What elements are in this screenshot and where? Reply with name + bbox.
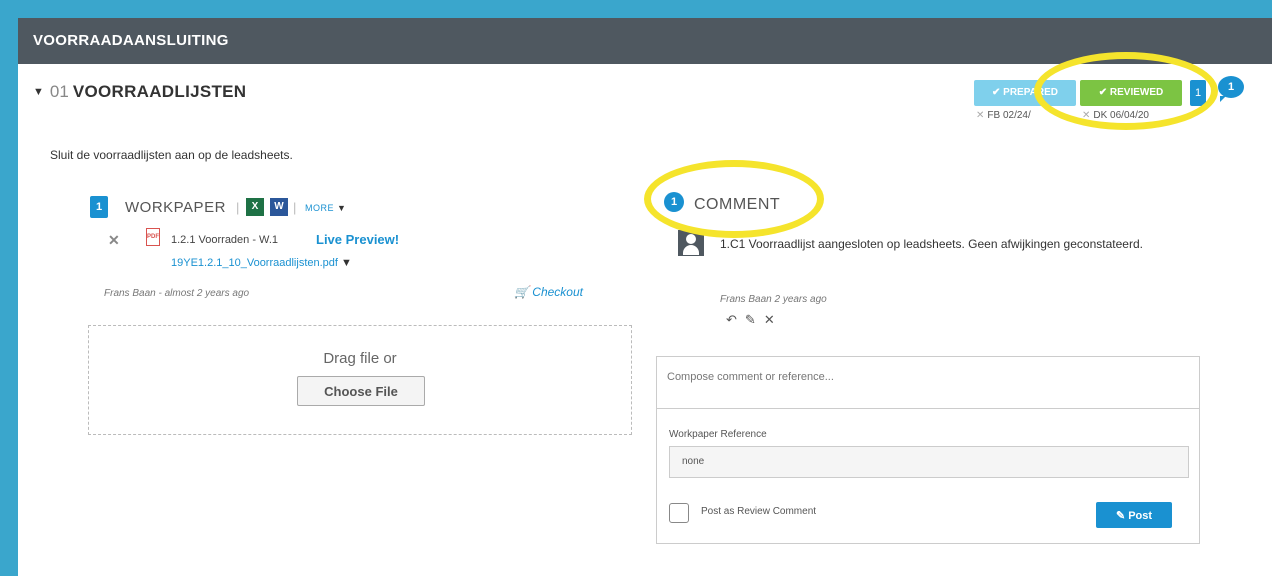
- checkout-link[interactable]: 🛒 Checkout: [514, 285, 583, 299]
- workpaper-reference-select[interactable]: none: [669, 446, 1189, 478]
- reviewed-badge[interactable]: ✔ REVIEWED: [1080, 80, 1182, 106]
- file-link-text: 19YE1.2.1_10_Voorraadlijsten.pdf: [171, 257, 338, 269]
- caret-down-icon: ▼: [33, 86, 44, 98]
- comment-actions: ↶ ✎ ✕: [726, 312, 783, 328]
- file-link[interactable]: 19YE1.2.1_10_Voorraadlijsten.pdf ▼: [171, 257, 352, 269]
- cart-icon: 🛒: [514, 285, 529, 299]
- choose-file-button[interactable]: Choose File: [297, 376, 425, 406]
- comment-count-badge: 1: [664, 192, 684, 212]
- edit-icon[interactable]: ✎: [745, 312, 756, 327]
- edit-icon: ✎: [1115, 509, 1126, 522]
- prepared-signoff-text: FB 02/24/: [987, 110, 1031, 121]
- more-label: MORE: [305, 203, 334, 213]
- live-preview-link[interactable]: Live Preview!: [316, 232, 399, 247]
- panel-title: VOORRAADAANSLUITING: [18, 18, 1272, 64]
- voorraadaansluiting-panel: VOORRAADAANSLUITING ▼ 01 VOORRAADLIJSTEN ✔…: [18, 18, 1272, 576]
- file-dropzone[interactable]: Drag file or Choose File: [88, 325, 632, 435]
- prepared-signoff: ✕ FB 02/24/: [976, 110, 1031, 121]
- comment-bubble-icon[interactable]: 1: [1218, 76, 1244, 102]
- remove-reviewed-icon[interactable]: ✕: [1082, 110, 1090, 121]
- reviewed-signoff-text: DK 06/04/20: [1093, 110, 1149, 121]
- separator: |: [293, 200, 297, 215]
- separator: |: [236, 200, 240, 215]
- delete-icon[interactable]: ✕: [764, 312, 775, 327]
- workpaper-label: WORKPAPER: [125, 199, 226, 216]
- section-name: VOORRAADLIJSTEN: [72, 82, 247, 101]
- prepared-badge[interactable]: ✔ PREPARED: [974, 80, 1076, 106]
- file-name: 1.2.1 Voorraden - W.1: [171, 234, 279, 246]
- delete-file-icon[interactable]: ✕: [108, 232, 120, 249]
- checkout-label: Checkout: [532, 285, 583, 299]
- section-description: Sluit de voorraadlijsten aan op de leads…: [50, 148, 293, 162]
- post-button[interactable]: ✎ Post: [1096, 502, 1172, 528]
- section-number: 01: [49, 82, 69, 101]
- file-meta: Frans Baan - almost 2 years ago: [104, 288, 250, 299]
- comment-text: 1.C1 Voorraadlijst aangesloten op leadsh…: [720, 237, 1143, 251]
- post-label: Post: [1128, 509, 1153, 522]
- word-icon[interactable]: W: [270, 198, 288, 216]
- remove-prepared-icon[interactable]: ✕: [976, 110, 984, 121]
- reply-icon[interactable]: ↶: [726, 312, 737, 327]
- section-toggle[interactable]: ▼ 01 VOORRAADLIJSTEN: [33, 82, 246, 102]
- comment-title: COMMENT: [694, 196, 781, 213]
- review-comment-checkbox[interactable]: [669, 503, 689, 523]
- drop-text: Drag file or: [323, 350, 397, 367]
- caret-down-icon: ▼: [340, 257, 352, 269]
- caret-down-icon: ▼: [337, 203, 347, 213]
- more-dropdown[interactable]: MORE ▼: [305, 203, 346, 213]
- excel-icon[interactable]: X: [246, 198, 264, 216]
- avatar: [678, 230, 704, 256]
- review-comment-label: Post as Review Comment: [701, 506, 817, 517]
- signoff-count-badge[interactable]: 1: [1190, 80, 1206, 106]
- compose-box: Workpaper Reference none Post as Review …: [656, 356, 1200, 544]
- reviewed-signoff: ✕ DK 06/04/20: [1082, 110, 1149, 121]
- comment-meta: Frans Baan 2 years ago: [720, 294, 827, 305]
- compose-input[interactable]: [657, 357, 1199, 409]
- pdf-icon: PDF: [146, 228, 160, 246]
- document-icon: 1: [90, 196, 108, 218]
- workpaper-reference-label: Workpaper Reference: [669, 429, 767, 440]
